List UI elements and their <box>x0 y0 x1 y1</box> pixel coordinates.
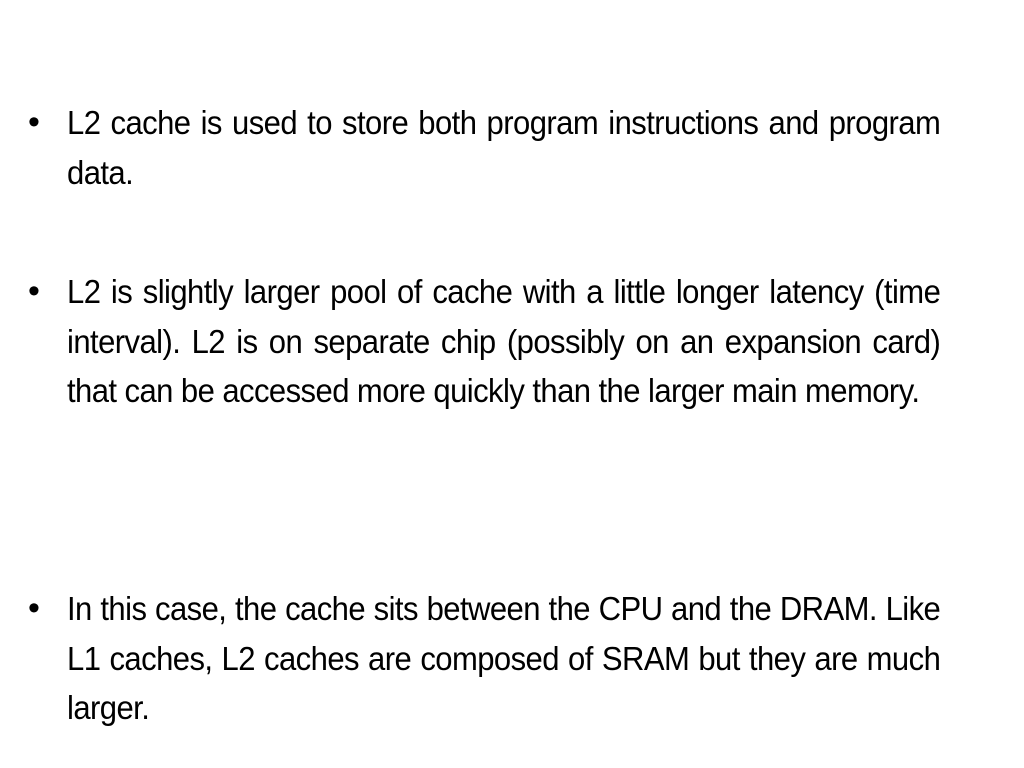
bullet-text: In this case, the cache sits between the… <box>67 590 941 726</box>
bullet-text: L2 is slightly larger pool of cache with… <box>67 273 941 409</box>
bullet-dot-icon: • <box>28 589 40 627</box>
bullet-text: L2 cache is used to store both program i… <box>67 104 941 191</box>
bullet-item: • In this case, the cache sits between t… <box>28 584 996 733</box>
bullet-item: • L2 is slightly larger pool of cache wi… <box>28 267 996 416</box>
bullet-dot-icon: • <box>28 272 40 310</box>
bullet-dot-icon: • <box>28 103 40 141</box>
bullet-item: • L2 cache is used to store both program… <box>28 98 996 197</box>
slide: • L2 cache is used to store both program… <box>0 0 1024 768</box>
